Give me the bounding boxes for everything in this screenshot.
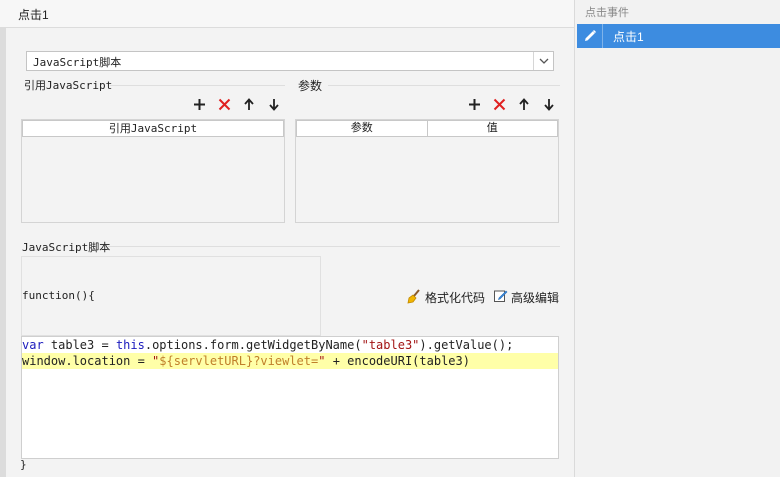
code-editor[interactable]: var table3 = this.options.form.getWidget… (21, 336, 559, 459)
refs-table-header: 引用JavaScript (22, 120, 284, 137)
arrow-up-icon[interactable] (240, 95, 258, 113)
advanced-edit-label: 高级编辑 (511, 290, 560, 305)
format-code-button[interactable]: 格式化代码 (406, 288, 485, 307)
plus-icon[interactable] (465, 95, 483, 113)
params-table-header: 参数 值 (296, 120, 558, 137)
code-token: + encodeURI(table3) (325, 354, 470, 368)
arrow-down-icon[interactable] (540, 95, 558, 113)
code-token-keyword: var (22, 338, 44, 352)
script-type-value: JavaScript脚本 (33, 56, 122, 69)
plus-icon[interactable] (190, 95, 208, 113)
events-pane: 点击事件 点击1 (574, 0, 780, 477)
params-toolbar (465, 95, 558, 113)
refs-toolbar (190, 95, 283, 113)
params-section-rule (328, 85, 560, 86)
params-section-label: 参数 (298, 79, 323, 93)
code-token: table3 = (43, 338, 116, 352)
edit-icon (493, 288, 508, 306)
left-edge-strip (0, 28, 6, 477)
function-tail-text: } (20, 458, 27, 471)
event-list-item[interactable]: 点击1 (577, 24, 780, 48)
function-header-box: function(){ (21, 256, 321, 336)
params-column-header-name[interactable]: 参数 (297, 121, 427, 136)
code-token-template: ${servletURL}?viewlet= (159, 354, 319, 368)
function-head-text: function(){ (22, 289, 95, 302)
arrow-down-icon[interactable] (265, 95, 283, 113)
pencil-icon[interactable] (577, 24, 603, 48)
script-type-select[interactable]: JavaScript脚本 (26, 51, 554, 71)
code-line-2: window.location = "${servletURL}?viewlet… (22, 353, 558, 369)
script-section-rule (108, 246, 560, 247)
broom-icon (406, 288, 422, 307)
code-token: ).getValue(); (419, 338, 514, 352)
refs-section-rule (110, 85, 285, 86)
events-title: 点击事件 (585, 7, 629, 19)
refs-column-header[interactable]: 引用JavaScript (23, 121, 283, 136)
code-token: .options.form.getWidgetByName( (144, 338, 362, 352)
params-column-header-value[interactable]: 值 (426, 121, 558, 136)
script-section-label: JavaScript脚本 (22, 241, 111, 254)
advanced-edit-button[interactable]: 高级编辑 (493, 288, 559, 306)
title-bar: 点击1 (0, 0, 574, 28)
event-title: 点击1 (18, 8, 49, 22)
params-table[interactable]: 参数 值 (295, 119, 559, 223)
chevron-down-icon[interactable] (533, 52, 553, 70)
format-code-label: 格式化代码 (425, 291, 486, 305)
delete-x-icon[interactable] (215, 95, 233, 113)
refs-section-label: 引用JavaScript (24, 79, 113, 92)
refs-table[interactable]: 引用JavaScript (21, 119, 285, 223)
arrow-up-icon[interactable] (515, 95, 533, 113)
code-token-keyword: this (115, 338, 145, 352)
code-token: window.location = (22, 354, 153, 368)
code-line-1: var table3 = this.options.form.getWidget… (22, 337, 558, 353)
delete-x-icon[interactable] (490, 95, 508, 113)
code-token-string: "table3" (361, 338, 420, 352)
event-item-label: 点击1 (613, 29, 644, 44)
